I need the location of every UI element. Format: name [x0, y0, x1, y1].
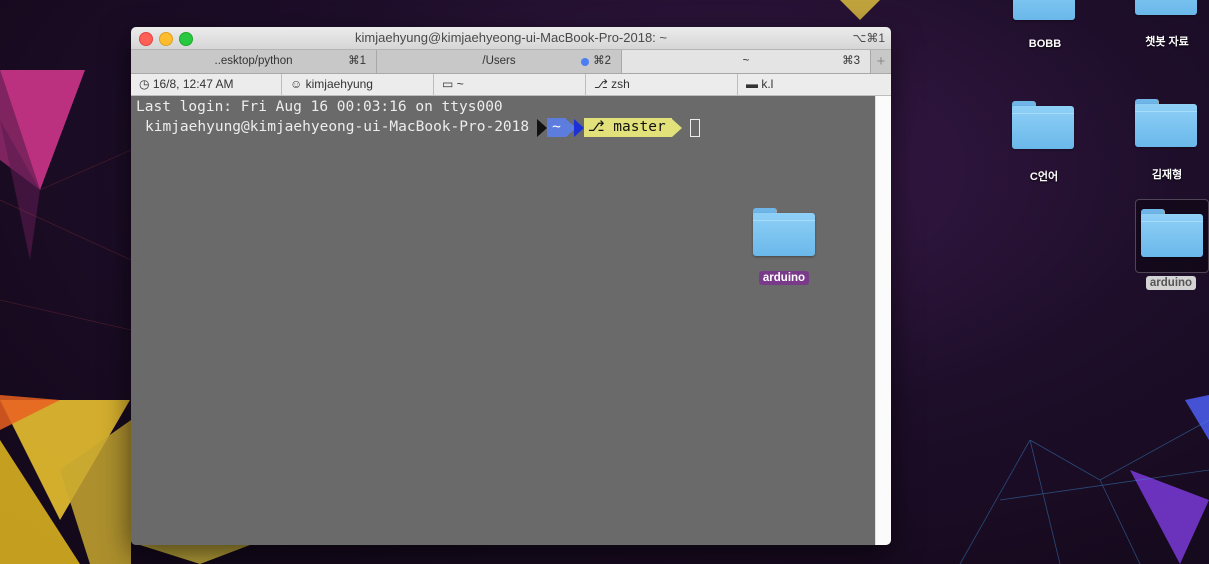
git-branch-icon: ⎇: [594, 77, 608, 91]
folder-icon: [1013, 0, 1075, 20]
desktop-icon-label: arduino: [1145, 276, 1197, 290]
status-bar: ◷ 16/8, 12:47 AM ☺ kimjaehyung ▭ ~ ⎇ zsh…: [131, 74, 891, 96]
desktop-icon-label: 김재형: [1151, 169, 1183, 181]
desktop-folder-kimjaehyung[interactable]: 김재형: [1117, 99, 1209, 189]
folder-icon: [1141, 209, 1203, 257]
text-cursor: [689, 118, 700, 137]
desktop-folder-c-language[interactable]: C언어: [994, 101, 1094, 191]
powerline-separator-icon: [573, 118, 584, 137]
laptop-icon: ▬: [746, 77, 758, 91]
status-user: ☺ kimjaehyung: [281, 74, 433, 95]
tab-label: ~: [742, 55, 750, 67]
last-login-line: Last login: Fri Aug 16 00:03:16 on ttys0…: [136, 99, 503, 115]
terminal-content[interactable]: Last login: Fri Aug 16 00:03:16 on ttys0…: [131, 96, 876, 545]
new-tab-button[interactable]: +: [871, 50, 891, 73]
window-title: kimjaehyung@kimjaehyeong-ui-MacBook-Pro-…: [355, 30, 667, 45]
dragged-folder-label: arduino: [758, 271, 810, 285]
tab-shortcut: ⌘2: [593, 55, 611, 67]
title-bar[interactable]: kimjaehyung@kimjaehyeong-ui-MacBook-Pro-…: [131, 27, 891, 50]
status-time: ◷ 16/8, 12:47 AM: [139, 77, 234, 91]
terminal-window[interactable]: kimjaehyung@kimjaehyeong-ui-MacBook-Pro-…: [131, 27, 891, 545]
shell-prompt: kimjaehyung@kimjaehyeong-ui-MacBook-Pro-…: [145, 118, 700, 137]
desktop-icon-label: BOBB: [1028, 38, 1062, 50]
desktop-folder-arduino[interactable]: arduino: [1121, 199, 1209, 296]
tab-home[interactable]: ~ ⌘3: [622, 50, 871, 73]
tab-python[interactable]: ..esktop/python ⌘1: [131, 50, 377, 73]
tab-users[interactable]: /Users ⌘2: [377, 50, 622, 73]
folder-icon: [1012, 101, 1074, 149]
scrollbar[interactable]: [875, 96, 891, 545]
powerline-separator-icon: [671, 118, 682, 137]
desktop-folder-bobb[interactable]: BOBB: [995, 0, 1095, 62]
desktop-folder-chatbot[interactable]: 챗봇 자료: [1117, 0, 1209, 57]
prompt-user: kimjaehyung@kimjaehyeong-ui-MacBook-Pro-…: [145, 119, 530, 135]
tab-bar: ..esktop/python ⌘1 /Users ⌘2 ~ ⌘3 +: [131, 50, 891, 74]
tab-shortcut: ⌘3: [842, 55, 860, 67]
prompt-directory: ~: [547, 118, 566, 137]
status-directory: ▭ ~: [433, 74, 585, 95]
folder-icon: [1135, 99, 1197, 147]
desktop-icon-label: 챗봇 자료: [1145, 36, 1189, 48]
folder-icon: [753, 208, 815, 256]
tab-shortcut: ⌘1: [348, 55, 366, 67]
status-host: ▬ k.l: [737, 74, 891, 95]
activity-dot-icon: [581, 58, 589, 66]
clock-icon: ◷: [139, 77, 150, 91]
prompt-git-branch: ⎇ master: [583, 118, 672, 137]
powerline-separator-icon: [537, 118, 548, 137]
tab-label: ..esktop/python: [214, 55, 293, 67]
folder-outline-icon: ▭: [442, 77, 454, 91]
dragged-folder-arduino[interactable]: arduino: [734, 208, 834, 298]
git-branch-icon: ⎇: [587, 119, 614, 135]
folder-icon: [1135, 0, 1197, 15]
desktop-icon-label: C언어: [1029, 171, 1059, 183]
user-icon: ☺: [290, 77, 303, 91]
status-shell: ⎇ zsh: [585, 74, 737, 95]
window-shortcut: ⌥⌘1: [852, 31, 885, 45]
